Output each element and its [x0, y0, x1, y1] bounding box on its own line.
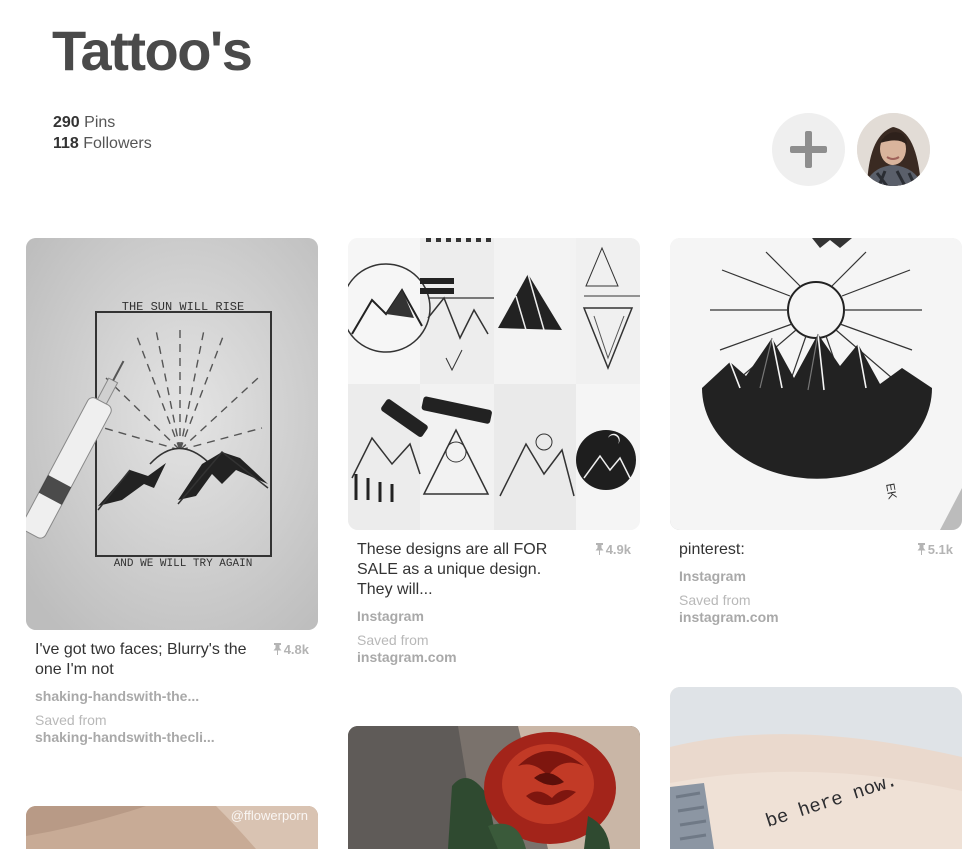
add-pin-button[interactable]	[772, 113, 845, 186]
pin-description[interactable]: pinterest:	[679, 540, 899, 560]
saved-from: Saved from instagram.com	[679, 592, 953, 626]
svg-text:@fflowerporn: @fflowerporn	[231, 808, 308, 823]
svg-text:AND WE WILL TRY AGAIN: AND WE WILL TRY AGAIN	[114, 558, 253, 570]
plus-icon	[790, 131, 827, 168]
pin-description[interactable]: These designs are all FOR SALE as a uniq…	[357, 540, 577, 600]
saved-from: Saved from shaking-handswith-thecli...	[35, 712, 309, 746]
board-stats: 290 Pins 118 Followers	[53, 112, 152, 154]
pin-source[interactable]: Instagram	[679, 568, 953, 584]
board-title: Tattoo's	[52, 19, 253, 82]
saved-domain-link[interactable]: shaking-handswith-thecli...	[35, 729, 309, 746]
pin-source[interactable]: Instagram	[357, 608, 631, 624]
pin-meta: pinterest: 5.1k Instagram Saved from ins…	[679, 540, 953, 626]
saved-domain-link[interactable]: instagram.com	[679, 609, 953, 626]
saved-domain-link[interactable]: instagram.com	[357, 649, 631, 666]
svg-text:EK: EK	[883, 482, 900, 500]
pin-image[interactable]: be here now.	[670, 687, 962, 849]
pin-description[interactable]: I've got two faces; Blurry's the one I'm…	[35, 640, 255, 680]
pushpin-icon	[595, 543, 604, 555]
pin-image[interactable]: @fflowerporn	[26, 806, 318, 849]
pushpin-icon	[273, 643, 282, 655]
pin-image[interactable]: EK	[670, 238, 962, 530]
pin-meta: I've got two faces; Blurry's the one I'm…	[35, 640, 309, 746]
pin-image[interactable]	[348, 238, 640, 530]
pin-image[interactable]	[348, 726, 640, 849]
pin-source[interactable]: shaking-handswith-the...	[35, 688, 309, 704]
repin-count: 5.1k	[917, 542, 953, 557]
pin-image[interactable]: THE SUN WILL RISE AND WE WILL TRY AGAIN	[26, 238, 318, 630]
repin-count: 4.8k	[273, 642, 309, 657]
followers-count[interactable]: 118 Followers	[53, 133, 152, 154]
repin-count: 4.9k	[595, 542, 631, 557]
pins-count[interactable]: 290 Pins	[53, 112, 152, 133]
pushpin-icon	[917, 543, 926, 555]
svg-text:THE SUN WILL RISE: THE SUN WILL RISE	[122, 300, 244, 314]
avatar[interactable]	[857, 113, 930, 186]
user-avatar-image	[857, 113, 930, 186]
pin-meta: These designs are all FOR SALE as a uniq…	[357, 540, 631, 666]
saved-from: Saved from instagram.com	[357, 632, 631, 666]
